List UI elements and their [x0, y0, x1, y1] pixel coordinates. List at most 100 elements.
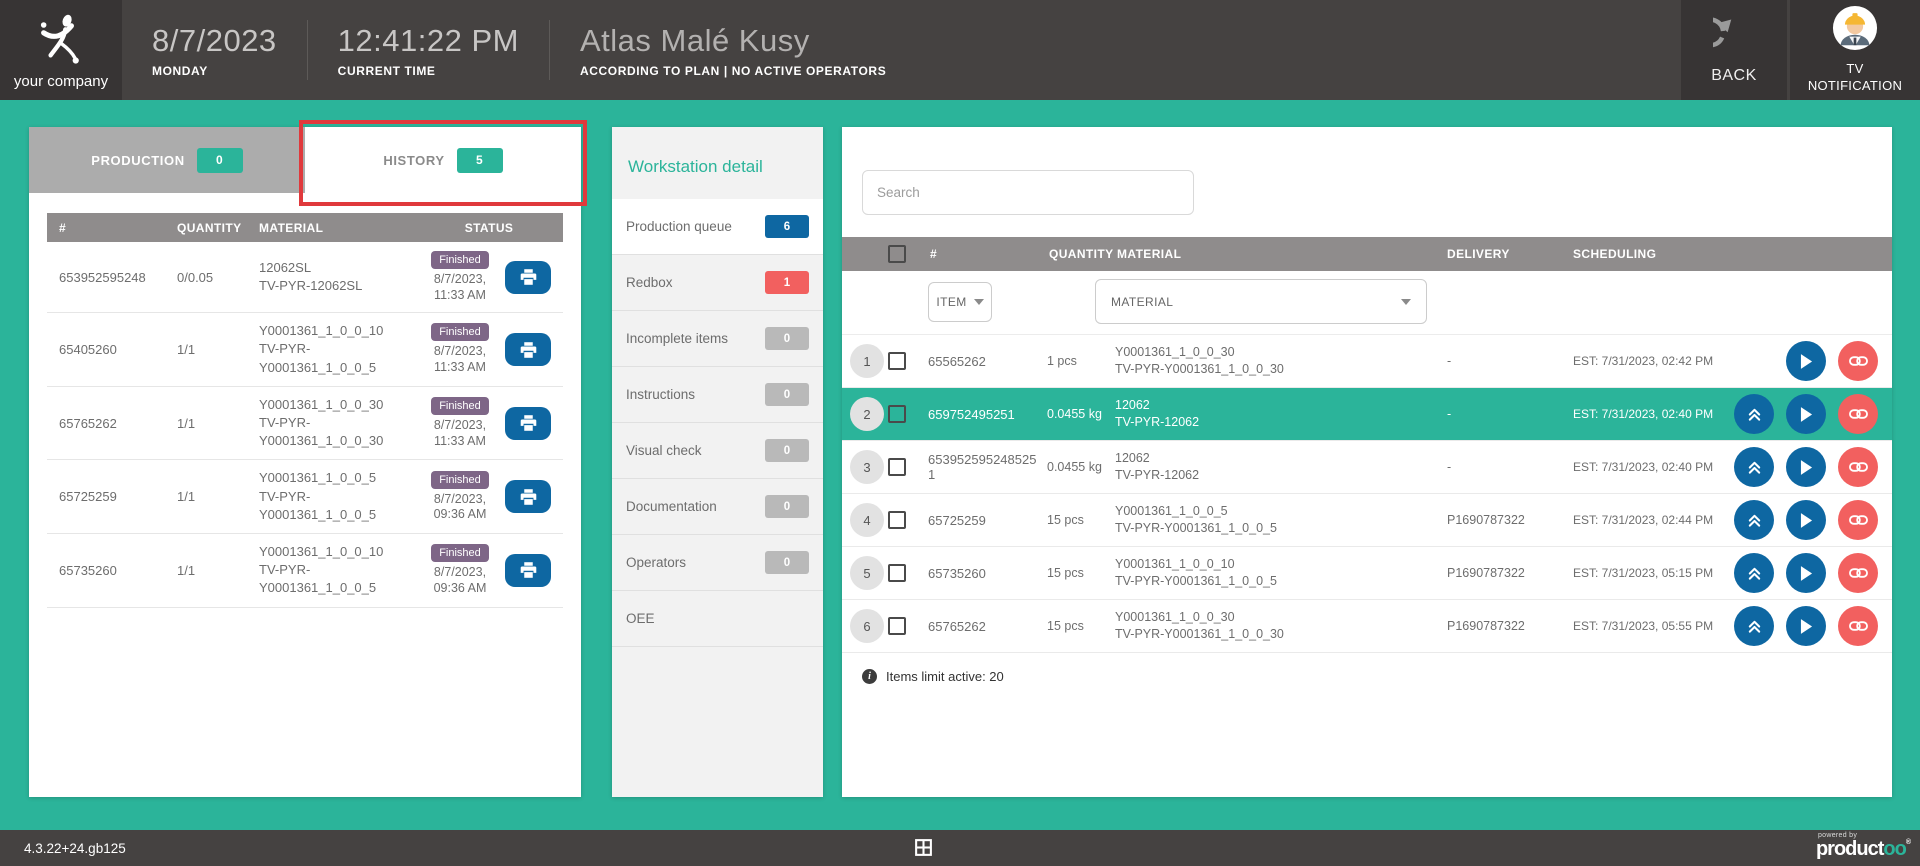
- workstation-nav-item[interactable]: Production queue 6: [612, 199, 823, 255]
- history-table-row: 65735260 1/1 Y0001361_1_0_0_10 TV-PYR-Y0…: [47, 534, 563, 608]
- print-button[interactable]: [505, 407, 551, 440]
- tab-history[interactable]: HISTORY 5: [305, 127, 581, 193]
- queue-item-scheduling: EST: 7/31/2023, 02:44 PM: [1563, 513, 1723, 527]
- queue-row[interactable]: 6 65765262 15 pcs Y0001361_1_0_0_30 TV-P…: [842, 600, 1892, 653]
- queue-item-scheduling: EST: 7/31/2023, 02:40 PM: [1563, 460, 1723, 474]
- workstation-title: Atlas Malé Kusy ACCORDING TO PLAN | NO A…: [550, 0, 916, 100]
- order-material: 12062SL TV-PYR-12062SL: [259, 259, 427, 295]
- workstation-nav-item[interactable]: Incomplete items 0: [612, 311, 823, 367]
- start-button[interactable]: [1786, 447, 1826, 487]
- play-icon: [1800, 513, 1813, 528]
- move-to-top-button[interactable]: [1734, 447, 1774, 487]
- history-table-header: # QUANTITY MATERIAL STATUS: [47, 213, 563, 242]
- app-version: 4.3.22+24.gb125: [0, 841, 126, 856]
- print-button[interactable]: [505, 333, 551, 366]
- company-logo-icon: [35, 12, 87, 69]
- queue-row[interactable]: 2 659752495251 0.0455 kg 12062 TV-PYR-12…: [842, 388, 1892, 441]
- tab-production-label: PRODUCTION: [91, 153, 184, 168]
- queue-row[interactable]: 5 65735260 15 pcs Y0001361_1_0_0_10 TV-P…: [842, 547, 1892, 600]
- chevron-down-icon: [1401, 299, 1411, 305]
- workstation-nav-item[interactable]: Operators 0: [612, 535, 823, 591]
- print-button[interactable]: [505, 554, 551, 587]
- move-to-top-button[interactable]: [1734, 606, 1774, 646]
- link-icon: [1849, 462, 1868, 472]
- column-header-status: STATUS: [427, 221, 551, 235]
- status-badge: Finished: [431, 323, 489, 341]
- select-all-checkbox[interactable]: [888, 245, 906, 263]
- play-icon: [1800, 460, 1813, 475]
- queue-filter-row: ITEM MATERIAL: [842, 271, 1892, 335]
- queue-row[interactable]: 1 65565262 1 pcs Y0001361_1_0_0_30 TV-PY…: [842, 335, 1892, 388]
- order-status: Finished 8/7/2023, 11:33 AM: [427, 397, 493, 449]
- row-checkbox[interactable]: [888, 405, 906, 423]
- start-button[interactable]: [1786, 394, 1826, 434]
- app-header: your company 8/7/2023 MONDAY 12:41:22 PM…: [0, 0, 1920, 100]
- search-input[interactable]: [862, 170, 1194, 215]
- start-button[interactable]: [1786, 553, 1826, 593]
- item-filter-dropdown[interactable]: ITEM: [928, 282, 992, 322]
- link-button[interactable]: [1838, 341, 1878, 381]
- order-id: 65765262: [59, 416, 177, 431]
- row-checkbox[interactable]: [888, 352, 906, 370]
- row-checkbox[interactable]: [888, 564, 906, 582]
- move-to-top-button[interactable]: [1734, 500, 1774, 540]
- date-value: 8/7/2023: [152, 23, 277, 59]
- row-checkbox[interactable]: [888, 458, 906, 476]
- nav-item-count-badge: 0: [765, 495, 809, 518]
- material-filter-dropdown[interactable]: MATERIAL: [1095, 279, 1427, 324]
- history-table-row: 653952595248 0/0.05 12062SL TV-PYR-12062…: [47, 242, 563, 313]
- order-status: Finished 8/7/2023, 11:33 AM: [427, 323, 493, 375]
- link-button[interactable]: [1838, 447, 1878, 487]
- queue-item-id: 65565262: [928, 354, 1047, 369]
- move-to-top-button[interactable]: [1734, 553, 1774, 593]
- workstation-nav-item[interactable]: Instructions 0: [612, 367, 823, 423]
- item-filter-label: ITEM: [936, 295, 966, 309]
- printer-icon: [520, 342, 537, 358]
- row-checkbox[interactable]: [888, 511, 906, 529]
- tv-notification-button[interactable]: TV NOTIFICATION: [1790, 0, 1920, 100]
- start-button[interactable]: [1786, 341, 1826, 381]
- info-icon: i: [862, 669, 877, 684]
- workstation-nav-item[interactable]: OEE: [612, 591, 823, 647]
- history-count-badge: 5: [457, 148, 503, 173]
- link-button[interactable]: [1838, 500, 1878, 540]
- workstation-nav-item[interactable]: Redbox 1: [612, 255, 823, 311]
- row-number: 5: [850, 556, 884, 590]
- link-icon: [1849, 409, 1868, 419]
- time-value: 12:41:22 PM: [338, 23, 519, 59]
- brand-name-start: product: [1816, 838, 1883, 860]
- queue-row-actions: [1723, 553, 1892, 593]
- workstation-nav-item[interactable]: Visual check 0: [612, 423, 823, 479]
- column-header-quantity: QUANTITY: [1047, 247, 1115, 261]
- grid-icon[interactable]: [915, 839, 932, 861]
- status-date: 8/7/2023, 11:33 AM: [427, 272, 493, 303]
- production-queue-panel: # QUANTITY MATERIAL DELIVERY SCHEDULING …: [842, 127, 1892, 797]
- start-button[interactable]: [1786, 500, 1826, 540]
- order-material: Y0001361_1_0_0_10 TV-PYR-Y0001361_1_0_0_…: [259, 543, 427, 598]
- queue-row[interactable]: 4 65725259 15 pcs Y0001361_1_0_0_5 TV-PY…: [842, 494, 1892, 547]
- back-button[interactable]: BACK: [1681, 0, 1787, 100]
- move-to-top-button[interactable]: [1734, 394, 1774, 434]
- print-button[interactable]: [505, 480, 551, 513]
- nav-item-label: Documentation: [626, 499, 717, 514]
- nav-item-count-badge: 1: [765, 271, 809, 294]
- workstation-nav-item[interactable]: Documentation 0: [612, 479, 823, 535]
- print-button[interactable]: [505, 261, 551, 294]
- link-icon: [1849, 568, 1868, 578]
- link-button[interactable]: [1838, 394, 1878, 434]
- row-number: 1: [850, 344, 884, 378]
- queue-item-scheduling: EST: 7/31/2023, 05:55 PM: [1563, 619, 1723, 633]
- nav-item-count-badge: 0: [765, 327, 809, 350]
- queue-item-quantity: 15 pcs: [1047, 619, 1115, 633]
- queue-item-id: 65725259: [928, 513, 1047, 528]
- link-button[interactable]: [1838, 606, 1878, 646]
- column-header-id: #: [59, 221, 177, 235]
- status-badge: Finished: [431, 544, 489, 562]
- link-button[interactable]: [1838, 553, 1878, 593]
- queue-row[interactable]: 3 6539525952485251 0.0455 kg 12062 TV-PY…: [842, 441, 1892, 494]
- row-checkbox[interactable]: [888, 617, 906, 635]
- tab-production[interactable]: PRODUCTION 0: [29, 127, 305, 193]
- start-button[interactable]: [1786, 606, 1826, 646]
- column-header-delivery: DELIVERY: [1445, 247, 1563, 261]
- double-chevron-up-icon: [1747, 513, 1762, 528]
